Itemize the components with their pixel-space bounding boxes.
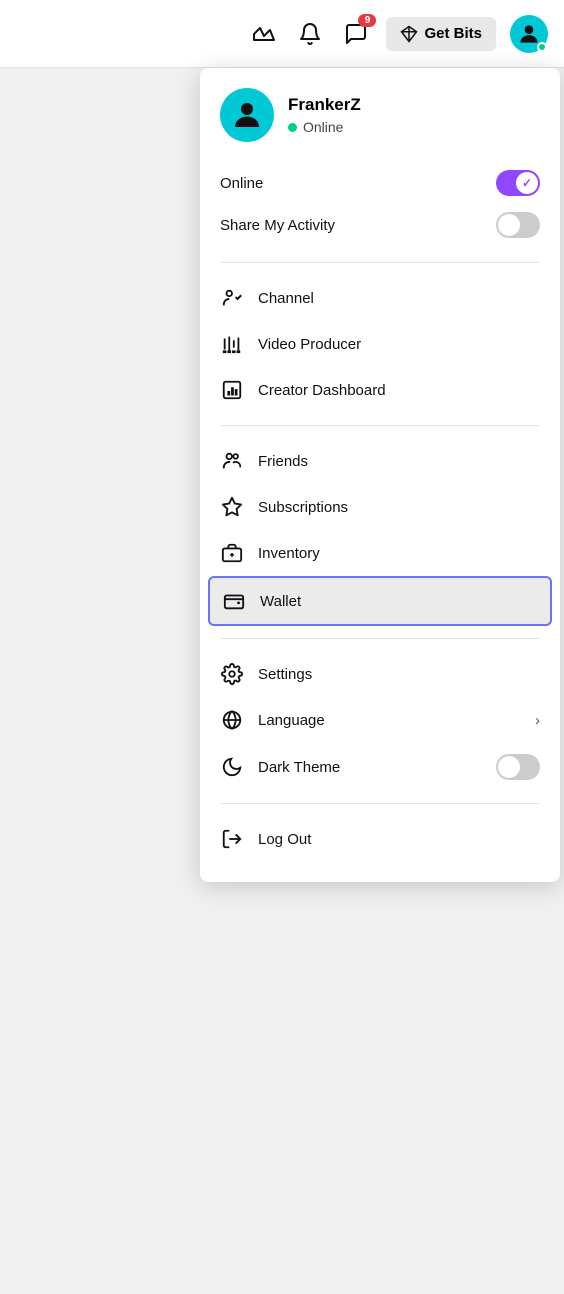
dark-theme-toggle[interactable]: [496, 754, 540, 780]
share-activity-label: Share My Activity: [220, 217, 335, 234]
menu-item-subscriptions[interactable]: Subscriptions: [200, 484, 560, 530]
profile-status: Online: [288, 119, 361, 135]
channel-icon: [220, 286, 244, 310]
menu-item-channel[interactable]: Channel: [200, 275, 560, 321]
menu-section-creator: Channel Video Producer: [200, 271, 560, 417]
menu-item-settings[interactable]: Settings: [200, 651, 560, 697]
language-icon: [220, 708, 244, 732]
profile-info: FrankerZ Online: [288, 95, 361, 135]
menu-section-logout: Log Out: [200, 812, 560, 866]
menu-item-wallet[interactable]: Wallet: [208, 576, 552, 626]
share-activity-toggle-row: Share My Activity: [220, 204, 540, 246]
topbar: 9 Get Bits: [0, 0, 564, 68]
online-toggle[interactable]: ✓: [496, 170, 540, 196]
user-avatar-button[interactable]: [510, 15, 548, 53]
messages-icon[interactable]: 9: [340, 18, 372, 50]
avatar-online-indicator: [537, 42, 547, 52]
menu-item-video-producer[interactable]: Video Producer: [200, 321, 560, 367]
bits-diamond-icon: [400, 25, 418, 43]
notification-badge: 9: [358, 14, 376, 27]
menu-item-logout[interactable]: Log Out: [200, 816, 560, 862]
divider-4: [220, 803, 540, 804]
divider-3: [220, 638, 540, 639]
online-toggle-label: Online: [220, 175, 263, 192]
share-activity-toggle-thumb: [498, 214, 520, 236]
dark-theme-icon: [220, 755, 244, 779]
get-bits-button[interactable]: Get Bits: [386, 17, 496, 51]
divider-2: [220, 425, 540, 426]
crown-icon[interactable]: [248, 18, 280, 50]
toggle-check-mark: ✓: [522, 176, 532, 190]
status-dot: [288, 123, 297, 132]
menu-item-dark-theme[interactable]: Dark Theme: [200, 743, 560, 791]
settings-icon: [220, 662, 244, 686]
menu-item-language[interactable]: Language ›: [200, 697, 560, 743]
online-toggle-thumb: ✓: [516, 172, 538, 194]
user-dropdown: FrankerZ Online Online ✓ Share My Activi…: [200, 68, 560, 882]
divider-1: [220, 262, 540, 263]
profile-username: FrankerZ: [288, 95, 361, 115]
video-producer-icon: [220, 332, 244, 356]
menu-item-creator-dashboard[interactable]: Creator Dashboard: [200, 367, 560, 413]
toggle-section: Online ✓ Share My Activity: [200, 158, 560, 254]
menu-item-friends[interactable]: Friends: [200, 438, 560, 484]
wallet-icon: [222, 589, 246, 613]
inventory-icon: [220, 541, 244, 565]
profile-avatar-icon: [229, 97, 265, 133]
menu-section-settings: Settings Language › Dark Theme: [200, 647, 560, 795]
online-toggle-row: Online ✓: [220, 162, 540, 204]
friends-icon: [220, 449, 244, 473]
creator-dashboard-icon: [220, 378, 244, 402]
dark-theme-toggle-thumb: [498, 756, 520, 778]
menu-section-social: Friends Subscriptions Inventory: [200, 434, 560, 630]
share-activity-toggle[interactable]: [496, 212, 540, 238]
bell-icon[interactable]: [294, 18, 326, 50]
menu-item-inventory[interactable]: Inventory: [200, 530, 560, 576]
profile-section: FrankerZ Online: [200, 68, 560, 158]
subscriptions-icon: [220, 495, 244, 519]
profile-avatar: [220, 88, 274, 142]
logout-icon: [220, 827, 244, 851]
language-chevron-icon: ›: [535, 712, 540, 729]
